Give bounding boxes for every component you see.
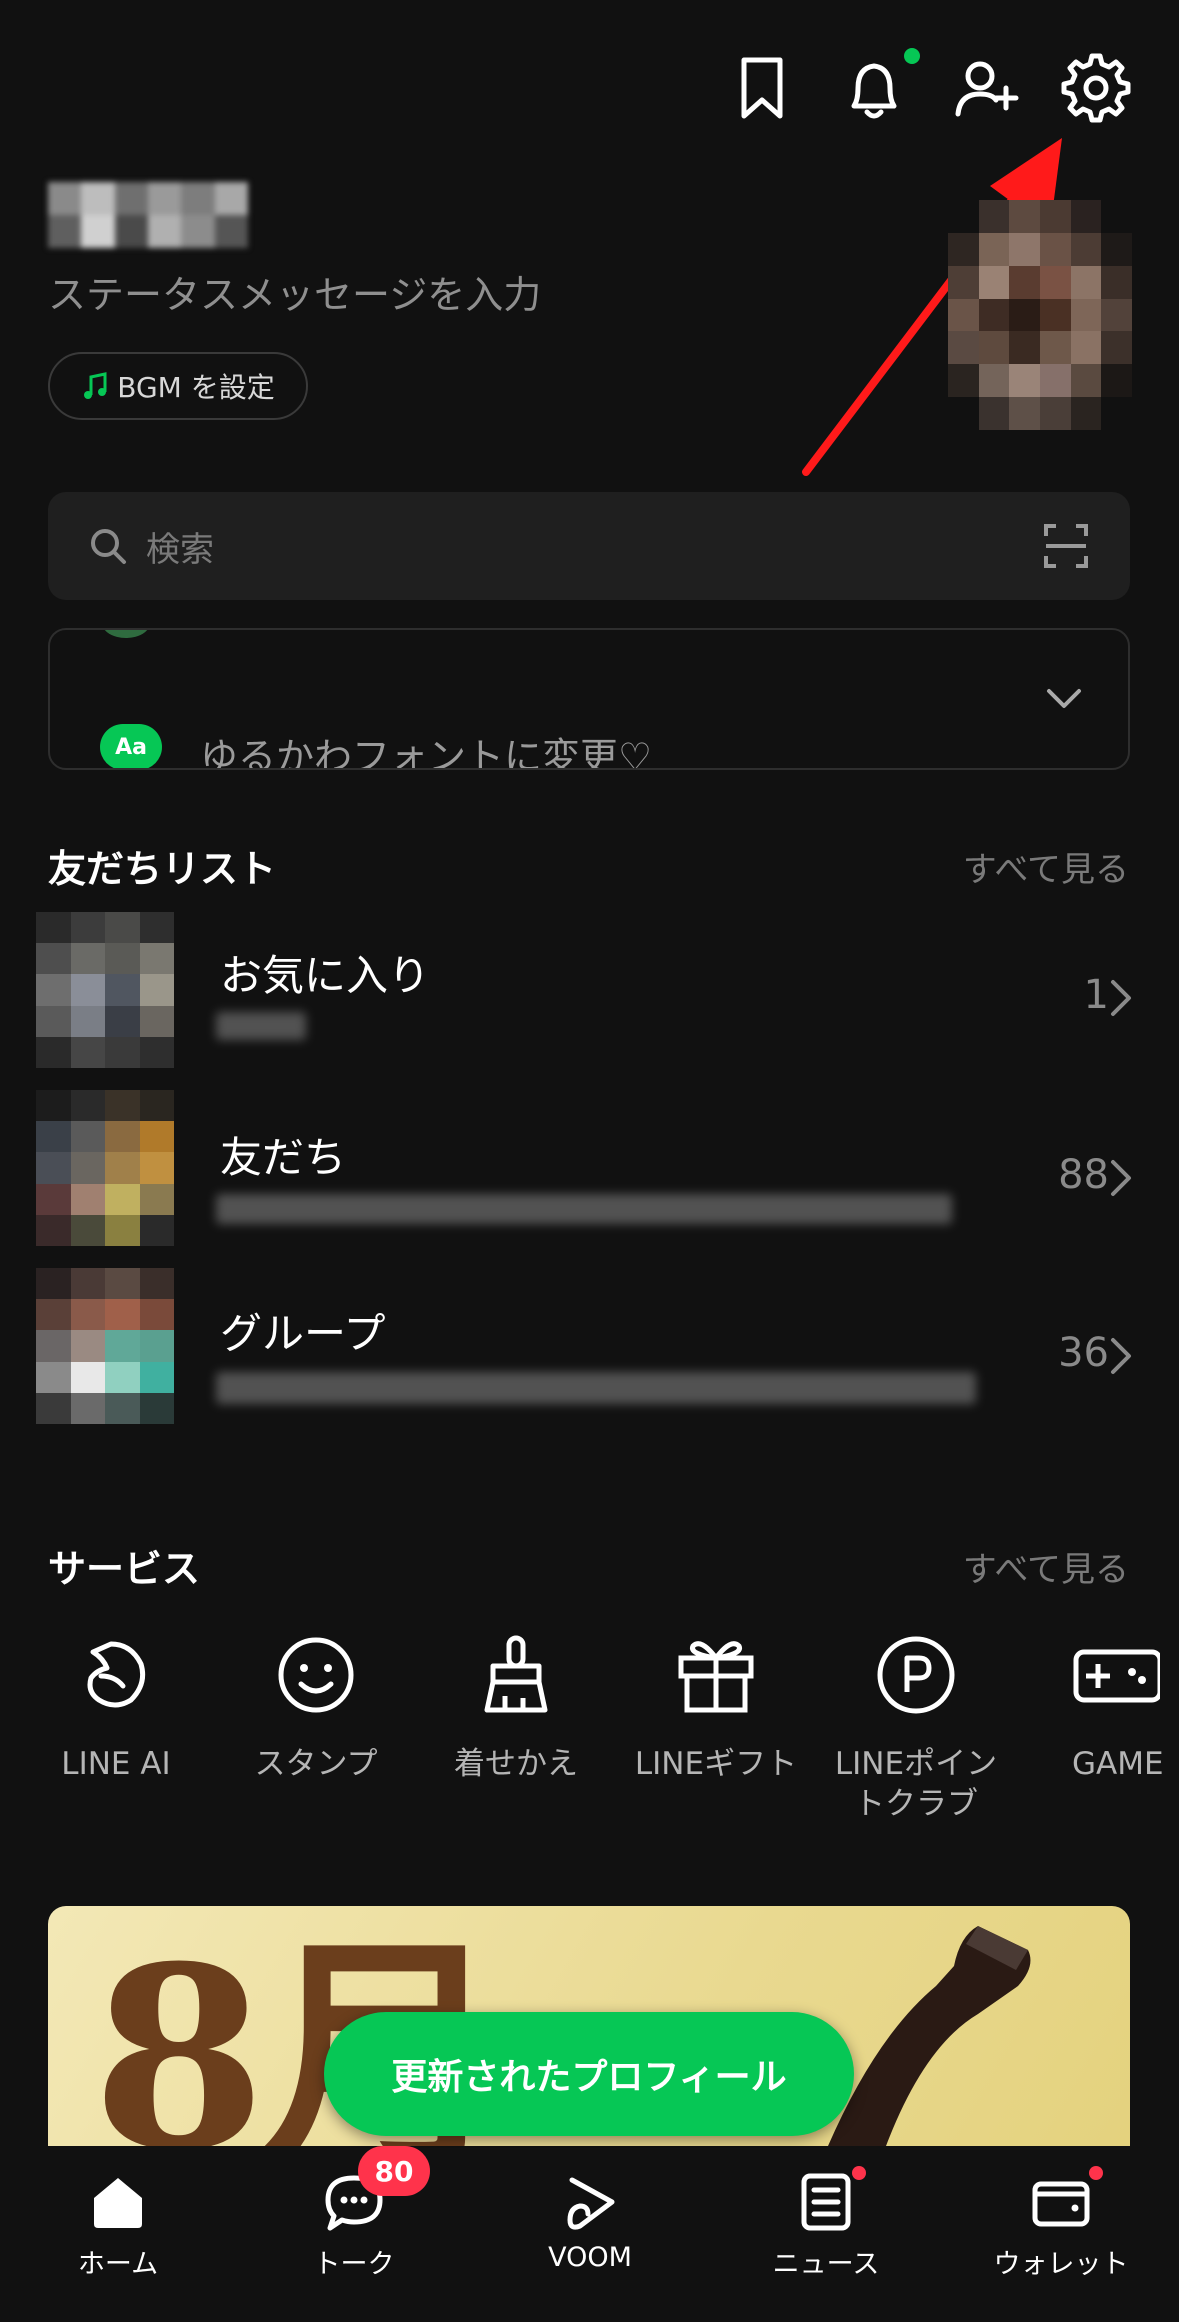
- search-bar[interactable]: 検索: [48, 492, 1130, 600]
- notification-dot: [904, 48, 920, 64]
- chevron-right-icon: [1107, 978, 1135, 1018]
- service-themes[interactable]: 着せかえ: [416, 1630, 616, 1784]
- bookmark-icon[interactable]: [722, 48, 802, 128]
- gift-icon: [671, 1630, 761, 1720]
- news-dot: [852, 2166, 866, 2180]
- partial-badge: [102, 630, 150, 638]
- brush-icon: [471, 1630, 561, 1720]
- service-label: LINEギフト: [634, 1746, 798, 1782]
- friends-see-all[interactable]: すべて見る: [963, 842, 1129, 891]
- service-label: 着せかえ: [454, 1746, 578, 1782]
- avatar: [36, 1268, 174, 1424]
- bottle-illustration: [828, 1926, 1031, 2146]
- friend-row-name: グループ: [220, 1309, 386, 1358]
- friend-row-subtitle-blurred: [216, 1012, 306, 1040]
- bell-icon[interactable]: [834, 48, 920, 128]
- service-points-club[interactable]: LINEポイン トクラブ: [816, 1630, 1016, 1824]
- tab-label: ホーム: [77, 2249, 159, 2280]
- line-ai-icon: [71, 1630, 161, 1720]
- bgm-button[interactable]: BGM を設定: [48, 352, 308, 420]
- add-friend-icon[interactable]: [946, 48, 1026, 128]
- service-stamps[interactable]: スタンプ: [216, 1630, 416, 1784]
- unread-badge: 80: [358, 2146, 430, 2196]
- tab-home[interactable]: ホーム: [0, 2170, 236, 2281]
- search-icon: [88, 526, 128, 566]
- wallet-icon: [1029, 2166, 1103, 2234]
- friend-row-favorites[interactable]: お気に入り 1: [0, 898, 1179, 1068]
- friends-section-title: 友だちリスト: [48, 847, 277, 891]
- services-section-title: サービス: [48, 1547, 201, 1591]
- friend-row-name: お気に入り: [220, 951, 431, 1000]
- tab-voom[interactable]: VOOM: [472, 2170, 708, 2273]
- services-see-all[interactable]: すべて見る: [963, 1542, 1129, 1591]
- friend-row-subtitle-blurred: [216, 1194, 952, 1224]
- tab-label: VOOM: [548, 2242, 632, 2273]
- chat-icon: 80: [322, 2146, 430, 2234]
- service-label: LINE AI: [61, 1746, 171, 1782]
- news-icon: [794, 2166, 866, 2234]
- font-badge: Aa: [100, 724, 162, 768]
- wallet-dot: [1089, 2166, 1103, 2180]
- updated-profiles-label: 更新されたプロフィール: [391, 2057, 787, 2098]
- tab-talk[interactable]: 80 トーク: [236, 2146, 472, 2281]
- friend-row-subtitle-blurred: [216, 1372, 976, 1404]
- tab-label: トーク: [313, 2249, 395, 2280]
- friend-row-count: 36: [1058, 1330, 1109, 1376]
- friend-row-name: 友だち: [220, 1133, 347, 1182]
- service-label: LINEポイン トクラブ: [834, 1746, 998, 1822]
- gear-icon[interactable]: [1056, 48, 1136, 128]
- tab-label: ウォレット: [993, 2249, 1129, 2280]
- points-icon: [871, 1630, 961, 1720]
- profile-name-pixelated: [48, 182, 248, 248]
- service-label: GAME: [1072, 1746, 1164, 1782]
- avatar: [36, 912, 174, 1068]
- search-input[interactable]: 検索: [146, 522, 214, 571]
- smiley-icon: [271, 1630, 361, 1720]
- status-message[interactable]: ステータスメッセージを入力: [48, 264, 541, 319]
- service-gift[interactable]: LINEギフト: [616, 1630, 816, 1784]
- gamepad-icon: [1070, 1630, 1160, 1720]
- updated-profiles-button[interactable]: 更新されたプロフィール: [324, 2012, 854, 2136]
- home-icon: [86, 2170, 150, 2234]
- avatar: [36, 1090, 174, 1246]
- tab-label: ニュース: [772, 2249, 880, 2280]
- service-line-ai[interactable]: LINE AI: [16, 1630, 216, 1784]
- tab-wallet[interactable]: ウォレット: [943, 2166, 1179, 2281]
- bgm-label: BGM を設定: [117, 371, 275, 404]
- friend-row-count: 88: [1058, 1152, 1109, 1198]
- status-card-text: ゆるかわフォントに変更♡: [200, 735, 653, 770]
- service-game[interactable]: GAME: [1016, 1630, 1179, 1784]
- service-label: スタンプ: [254, 1746, 378, 1782]
- chevron-right-icon: [1107, 1336, 1135, 1376]
- qr-scan-icon[interactable]: [1044, 524, 1088, 568]
- friend-row-friends[interactable]: 友だち 88: [0, 1078, 1179, 1248]
- friend-row-groups[interactable]: グループ 36: [0, 1256, 1179, 1426]
- tab-news[interactable]: ニュース: [708, 2166, 944, 2281]
- status-card[interactable]: Aa ゆるかわフォントに変更♡: [48, 628, 1130, 770]
- music-note-icon: [81, 371, 109, 401]
- profile-avatar[interactable]: [948, 200, 1132, 430]
- voom-icon: [558, 2170, 622, 2234]
- chevron-down-icon[interactable]: [1046, 688, 1082, 710]
- friend-row-count: 1: [1083, 972, 1109, 1018]
- chevron-right-icon: [1107, 1158, 1135, 1198]
